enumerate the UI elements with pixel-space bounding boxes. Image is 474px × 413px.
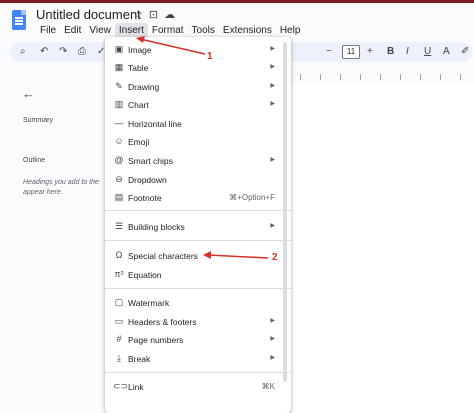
annotation-arrow-2 — [203, 251, 269, 259]
annotation-arrows — [136, 36, 269, 259]
annotation-arrow-1 — [136, 36, 206, 55]
annotation-label-2: 2 — [272, 252, 278, 263]
annotation-label-1: 1 — [207, 51, 213, 62]
